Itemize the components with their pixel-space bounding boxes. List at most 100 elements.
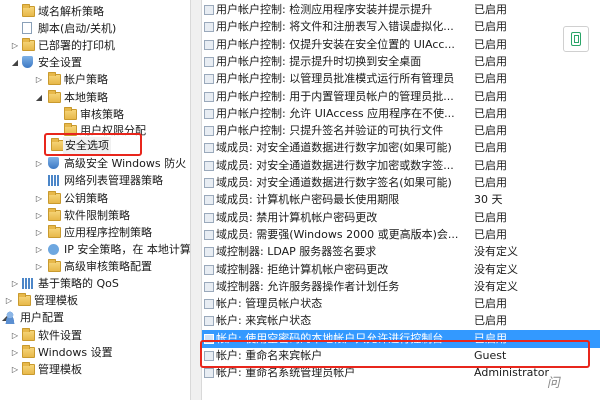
tree-item[interactable]: ◢ 本地策略 <box>0 89 190 106</box>
folder-icon <box>22 362 35 375</box>
tree-item[interactable]: 域名解析策略 <box>0 3 190 20</box>
policy-name: 帐户: 管理员帐户状态 <box>216 297 323 311</box>
tree-item[interactable]: 审核策略 <box>0 106 190 123</box>
tree-item[interactable]: 脚本(启动/关机) <box>0 20 190 37</box>
policy-row[interactable]: 用户帐户控制: 提示提升时切换到安全桌面 已启用 <box>202 53 600 71</box>
policy-name: 帐户: 重命名来宾帐户 <box>216 349 323 362</box>
tree-item[interactable]: ▷ 高级审核策略配置 <box>0 258 190 275</box>
pane-splitter[interactable] <box>190 0 202 400</box>
folder-icon <box>22 38 35 51</box>
tree-item-label: 本地策略 <box>64 91 108 104</box>
tree-item[interactable]: ▷ Windows 设置 <box>0 344 190 361</box>
tree-item[interactable]: ▷ 管理模板 <box>0 361 190 378</box>
policy-row[interactable]: 用户帐户控制: 只提升签名并验证的可执行文件 已启用 <box>202 122 600 140</box>
policy-name: 域成员: 计算机帐户密码最长使用期限 <box>216 193 400 207</box>
net-icon <box>48 244 59 255</box>
tree-item[interactable]: ▷ IP 安全策略，在 本地计算 <box>0 241 190 258</box>
policy-icon <box>204 56 214 67</box>
policy-icon <box>204 22 214 33</box>
policy-setting: Administrator <box>474 366 549 380</box>
expand-arrow-icon[interactable]: ▷ <box>10 275 20 292</box>
expand-arrow-icon[interactable]: ▷ <box>34 224 44 241</box>
policy-row[interactable]: 域控制器: 允许服务器操作者计划任务 没有定义 <box>202 278 600 296</box>
tree-item-label: 安全设置 <box>38 56 82 69</box>
policy-name: 用户帐户控制: 检测应用程序安装并提示提升 <box>216 3 433 16</box>
policy-setting: 已启用 <box>474 89 507 103</box>
expand-arrow-icon[interactable]: ▷ <box>34 258 44 275</box>
tree-item[interactable]: ▷ 管理模板 <box>0 292 190 309</box>
policy-row[interactable]: 域成员: 对安全通道数据进行数字加密(如果可能) 已启用 <box>202 139 600 157</box>
policy-row[interactable]: 域成员: 需要强(Windows 2000 或更高版本)会... 已启用 <box>202 226 600 244</box>
policy-row[interactable]: 用户帐户控制: 允许 UIAccess 应用程序在不使... 已启用 <box>202 105 600 123</box>
policy-row[interactable]: 域成员: 计算机帐户密码最长使用期限 30 天 <box>202 191 600 209</box>
folder-icon <box>22 345 35 358</box>
policy-setting: 已启用 <box>474 210 507 224</box>
tree-item[interactable]: ◢ 安全设置 <box>0 54 190 71</box>
tree-item[interactable]: 网络列表管理器策略 <box>0 172 190 189</box>
tree-item[interactable]: ▷ 高级安全 Windows 防火 <box>0 155 190 172</box>
policy-row[interactable]: 帐户: 使用空密码的本地帐户只允许进行控制台... 已启用 <box>202 329 600 348</box>
tree-item[interactable]: ▷ 应用程序控制策略 <box>0 224 190 241</box>
tree-item[interactable]: ▷ 软件限制策略 <box>0 207 190 224</box>
policy-icon <box>204 39 214 50</box>
expand-arrow-icon[interactable]: ▷ <box>34 190 44 207</box>
expand-arrow-icon[interactable]: ▷ <box>34 155 44 172</box>
expand-arrow-icon[interactable]: ▷ <box>10 361 20 378</box>
expand-arrow-icon[interactable]: ▷ <box>10 344 20 361</box>
tree-item[interactable]: ▷ 基于策略的 QoS <box>0 275 190 292</box>
policy-name: 用户帐户控制: 只提升签名并验证的可执行文件 <box>216 124 444 138</box>
tree-item-label: Windows 设置 <box>38 346 113 359</box>
expand-arrow-icon[interactable]: ▷ <box>4 292 14 309</box>
expand-arrow-icon[interactable]: ▷ <box>10 327 20 344</box>
tree-item-label: 安全选项 <box>63 137 111 154</box>
policy-name: 域成员: 对安全通道数据进行数字加密(如果可能) <box>216 141 452 155</box>
tree-item-label: 管理模板 <box>34 294 78 307</box>
collapse-arrow-icon[interactable]: ◢ <box>34 89 44 106</box>
side-panel-button[interactable] <box>563 26 589 52</box>
collapse-arrow-icon[interactable]: ◢ <box>10 54 20 71</box>
policy-name: 域控制器: 允许服务器操作者计划任务 <box>216 279 400 293</box>
tree-item[interactable]: ▷ 已部署的打印机 <box>0 37 190 54</box>
document-icon <box>571 32 581 46</box>
policy-row[interactable]: 用户帐户控制: 用于内置管理员帐户的管理员批... 已启用 <box>202 88 600 106</box>
tree-item[interactable]: ◢用户配置 <box>0 309 190 326</box>
policy-row[interactable]: 域成员: 对安全通道数据进行数字加密或数字签... 已启用 <box>202 157 600 175</box>
policy-name: 域控制器: 拒绝计算机帐户密码更改 <box>216 262 389 276</box>
expand-arrow-icon[interactable]: ▷ <box>34 241 44 258</box>
policy-setting: 30 天 <box>474 193 503 207</box>
policy-icon <box>204 351 214 361</box>
policy-row[interactable]: 域控制器: LDAP 服务器签名要求 没有定义 <box>202 243 600 261</box>
policy-row[interactable]: 帐户: 重命名系统管理员帐户 Administrator <box>202 364 600 382</box>
tree-item[interactable]: ▷ 帐户策略 <box>0 71 190 88</box>
expand-arrow-icon[interactable]: ▷ <box>34 71 44 88</box>
expand-arrow-icon[interactable]: ▷ <box>10 37 20 54</box>
policy-icon <box>204 299 214 310</box>
policy-setting: 已启用 <box>474 72 507 86</box>
policy-row[interactable]: 域成员: 禁用计算机帐户密码更改 已启用 <box>202 209 600 227</box>
tree-item[interactable]: ▷ 公钥策略 <box>0 190 190 207</box>
folder-icon <box>64 123 77 136</box>
policy-row[interactable]: 域控制器: 拒绝计算机帐户密码更改 没有定义 <box>202 261 600 279</box>
policy-setting: 已启用 <box>474 314 507 328</box>
policy-name: 用户帐户控制: 仅提升安装在安全位置的 UIAcc... <box>216 37 455 51</box>
policy-row[interactable]: 用户帐户控制: 检测应用程序安装并提示提升 已启用 <box>202 1 600 19</box>
policy-row[interactable]: 用户帐户控制: 以管理员批准模式运行所有管理员 已启用 <box>202 70 600 88</box>
policy-row[interactable]: 帐户: 来宾帐户状态 已启用 <box>202 312 600 330</box>
policy-row[interactable]: 帐户: 管理员帐户状态 已启用 <box>202 295 600 313</box>
policy-list: 用户帐户控制: 检测应用程序安装并提示提升 已启用 用户帐户控制: 将文件和注册表写… <box>202 0 600 400</box>
policy-row[interactable]: 用户帐户控制: 仅提升安装在安全位置的 UIAcc... 已启用 <box>202 36 600 54</box>
policy-row[interactable]: 帐户: 重命名来宾帐户 Guest <box>202 347 600 365</box>
tree-item[interactable]: 安全选项 <box>0 137 190 154</box>
tree-item[interactable]: ▷ 软件设置 <box>0 327 190 344</box>
policy-setting: 已启用 <box>474 227 507 241</box>
policy-row[interactable]: 域成员: 对安全通道数据进行数字签名(如果可能) 已启用 <box>202 174 600 192</box>
folder-icon <box>18 293 31 306</box>
shield-icon <box>48 157 59 169</box>
policy-row[interactable]: 用户帐户控制: 将文件和注册表写入错误虚拟化... 已启用 <box>202 18 600 36</box>
policy-icon <box>204 91 214 102</box>
policy-name: 帐户: 来宾帐户状态 <box>216 314 312 328</box>
policy-setting: 没有定义 <box>474 245 518 259</box>
expand-arrow-icon[interactable]: ▷ <box>34 207 44 224</box>
tree-item-label: 软件限制策略 <box>64 209 130 222</box>
policy-icon <box>204 126 214 137</box>
